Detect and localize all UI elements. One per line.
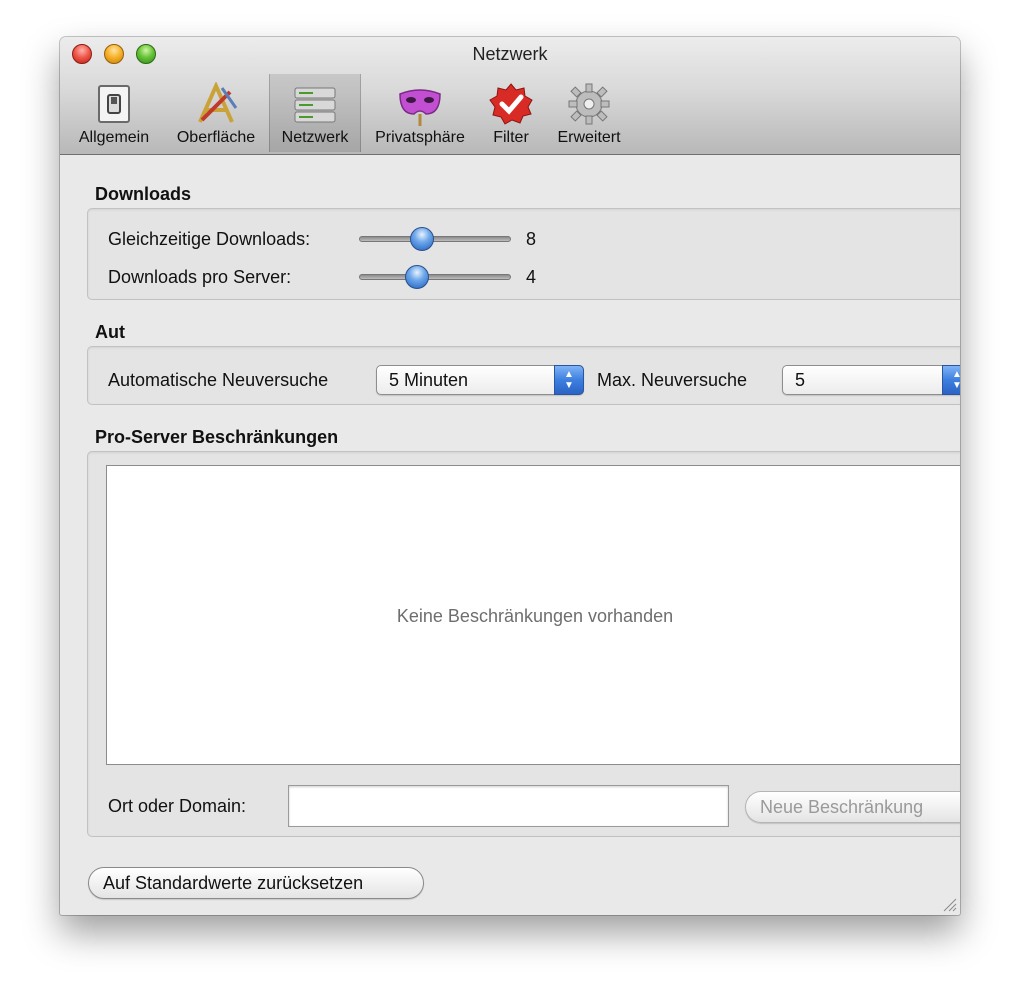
retry-heading: Aut (95, 322, 125, 342)
reset-defaults-button[interactable]: Auf Standardwerte zurücksetzen (88, 867, 424, 899)
drawing-tools-icon (198, 82, 238, 123)
domain-label: Ort oder Domain: (108, 796, 247, 816)
select-arrows-icon[interactable]: ▲ ▼ (554, 365, 584, 395)
gear-icon (568, 83, 610, 125)
resize-grip-icon[interactable] (941, 896, 957, 912)
per-server-downloads-label: Downloads pro Server: (108, 267, 292, 287)
auto-retry-value: 5 Minuten (389, 370, 469, 390)
downloads-heading: Downloads (95, 184, 192, 204)
max-retry-label: Max. Neuversuche (597, 370, 748, 390)
toolbar-label: Erweitert (557, 129, 621, 146)
toolbar-item-allgemein[interactable]: Allgemein (72, 74, 156, 152)
toolbar-item-oberflaeche[interactable]: Oberfläche (168, 74, 264, 152)
concurrent-downloads-label: Gleichzeitige Downloads: (108, 229, 311, 249)
window-title: Netzwerk (472, 44, 548, 64)
auto-retry-label: Automatische Neuversuche (108, 370, 329, 390)
max-retry-value: 5 (795, 370, 806, 390)
reset-defaults-label: Auf Standardwerte zurücksetzen (103, 873, 364, 893)
new-restriction-button[interactable]: Neue Beschränkung (745, 791, 960, 823)
select-arrows-icon[interactable]: ▲ ▼ (942, 365, 960, 395)
per-server-downloads-value: 4 (526, 267, 537, 287)
toolbar-label: Allgemein (78, 129, 150, 146)
slider-knob[interactable] (405, 265, 430, 289)
empty-list-text: Keine Beschränkungen vorhanden (396, 606, 674, 626)
concurrent-downloads-slider[interactable] (359, 227, 511, 251)
slider-track (359, 274, 511, 280)
switch-icon (98, 85, 130, 123)
restrictions-heading: Pro-Server Beschränkungen (95, 427, 339, 447)
badge-check-icon (489, 83, 533, 125)
title-toolbar: Netzwerk Allgemein Oberfläche Netzwerk P… (60, 37, 960, 155)
toolbar-item-erweitert[interactable]: Erweitert (549, 74, 629, 152)
toolbar-label: Filter (493, 129, 529, 146)
toolbar-item-filter[interactable]: Filter (481, 74, 541, 152)
slider-track (359, 236, 511, 242)
slider-knob[interactable] (410, 227, 435, 251)
per-server-downloads-slider[interactable] (359, 265, 511, 289)
toolbar-item-privatsphaere[interactable]: Privatsphäre (366, 74, 474, 152)
preferences-window: Netzwerk Allgemein Oberfläche Netzwerk P… (60, 37, 960, 915)
concurrent-downloads-value: 8 (526, 229, 537, 249)
toolbar-item-netzwerk[interactable]: Netzwerk (269, 74, 361, 152)
auto-retry-select[interactable]: 5 Minuten ▲ ▼ (376, 365, 584, 395)
server-icon (294, 87, 336, 123)
domain-input[interactable] (288, 785, 729, 827)
max-retry-select[interactable]: 5 ▲ ▼ (782, 365, 960, 395)
toolbar-label: Netzwerk (281, 129, 349, 146)
toolbar-label: Oberfläche (176, 129, 256, 146)
restrictions-list[interactable]: Keine Beschränkungen vorhanden (106, 465, 960, 765)
toolbar-label: Privatsphäre (375, 129, 465, 146)
mask-icon (399, 89, 441, 126)
new-restriction-label: Neue Beschränkung (760, 797, 924, 817)
